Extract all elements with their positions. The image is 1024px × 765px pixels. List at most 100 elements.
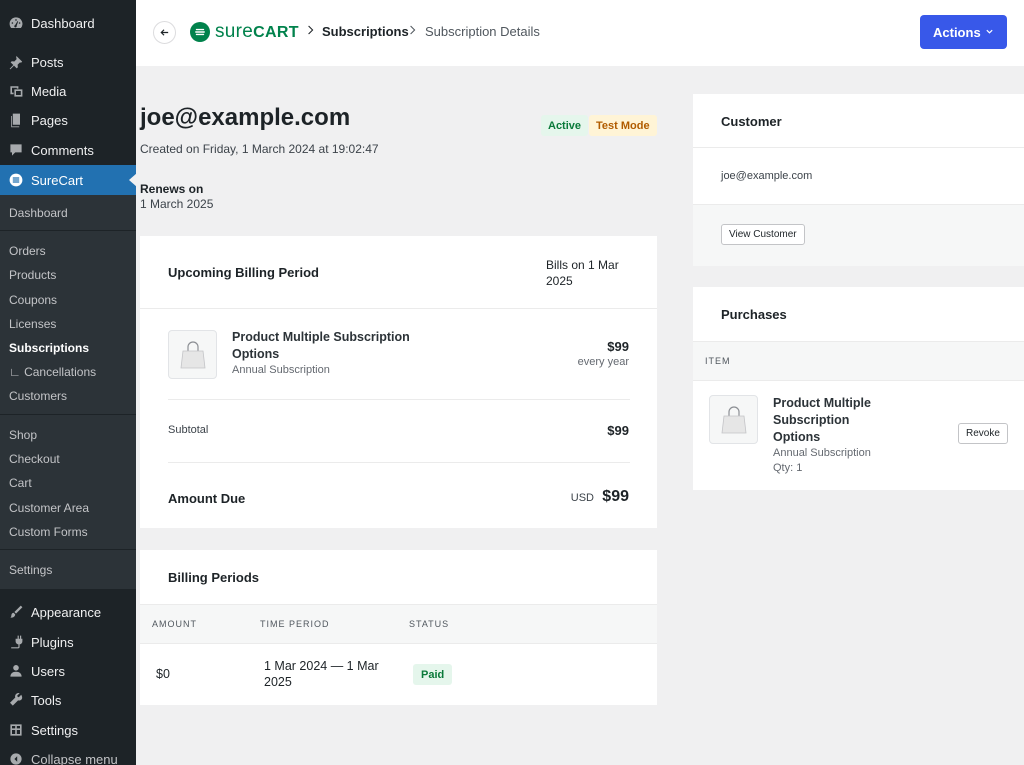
submenu-settings[interactable]: Settings bbox=[9, 563, 52, 577]
logo-text: sureCART bbox=[215, 21, 299, 42]
pin-icon bbox=[6, 52, 26, 72]
divider bbox=[693, 147, 1024, 148]
purchase-variant: Annual Subscription bbox=[773, 447, 871, 459]
surecart-submenu: Dashboard Orders Products Coupons Licens… bbox=[0, 195, 136, 589]
menu-label: SureCart bbox=[31, 172, 84, 188]
customer-email: joe@example.com bbox=[721, 170, 813, 182]
column-header-time-period: TIME PERIOD bbox=[260, 619, 330, 629]
menu-item-posts[interactable]: Posts bbox=[0, 47, 136, 77]
menu-item-users[interactable]: Users bbox=[0, 656, 136, 686]
purchase-product-name: Product Multiple Subscription Options bbox=[773, 396, 871, 444]
submenu-orders[interactable]: Orders bbox=[9, 244, 46, 258]
submenu-customers[interactable]: Customers bbox=[9, 389, 67, 403]
chevron-down-icon bbox=[986, 29, 993, 34]
menu-item-media[interactable]: Media bbox=[0, 76, 136, 106]
submenu-products[interactable]: Products bbox=[9, 268, 56, 282]
revoke-button[interactable]: Revoke bbox=[958, 423, 1008, 444]
submenu-customer-area[interactable]: Customer Area bbox=[9, 501, 89, 515]
upcoming-billing-card: Upcoming Billing Period Bills on 1 Mar 2… bbox=[140, 236, 657, 528]
submenu-cancellations[interactable]: ∟ Cancellations bbox=[9, 365, 96, 379]
menu-item-comments[interactable]: Comments bbox=[0, 135, 136, 165]
menu-item-pages[interactable]: Pages bbox=[0, 105, 136, 135]
product-variant: Annual Subscription bbox=[232, 364, 330, 376]
menu-label: Settings bbox=[31, 722, 78, 738]
submenu-licenses[interactable]: Licenses bbox=[9, 317, 56, 331]
card-title: Upcoming Billing Period bbox=[168, 265, 319, 280]
subtotal-label: Subtotal bbox=[168, 424, 209, 436]
page-title: joe@example.com bbox=[140, 104, 351, 131]
menu-label: Plugins bbox=[31, 634, 74, 650]
back-button[interactable] bbox=[153, 21, 176, 44]
menu-label: Tools bbox=[31, 692, 62, 708]
divider bbox=[168, 399, 630, 400]
menu-item-plugins[interactable]: Plugins bbox=[0, 627, 136, 657]
submenu-coupons[interactable]: Coupons bbox=[9, 293, 57, 307]
settings-icon bbox=[6, 720, 26, 740]
column-header-item: ITEM bbox=[705, 356, 731, 366]
tote-bag-icon bbox=[180, 340, 205, 368]
card-title: Purchases bbox=[721, 307, 787, 322]
menu-label: Collapse menu bbox=[31, 751, 118, 765]
renews-label: Renews on bbox=[140, 182, 204, 196]
menu-label: Comments bbox=[31, 142, 94, 158]
arrow-left-icon bbox=[160, 29, 169, 36]
menu-label: Pages bbox=[31, 112, 68, 128]
brush-icon bbox=[6, 602, 26, 622]
surecart-icon bbox=[6, 170, 26, 190]
row-time-period: 1 Mar 2024 — 1 Mar 2025 bbox=[264, 659, 379, 689]
chevron-right-icon bbox=[307, 24, 317, 38]
price-interval: every year bbox=[577, 356, 629, 368]
collapse-menu-button[interactable]: Collapse menu bbox=[0, 744, 136, 765]
dashboard-icon bbox=[6, 13, 26, 33]
surecart-logo: sureCART bbox=[190, 21, 299, 43]
menu-item-appearance[interactable]: Appearance bbox=[0, 597, 136, 627]
menu-label: Media bbox=[31, 83, 67, 99]
product-name: Product Multiple Subscription Options bbox=[232, 330, 410, 361]
surecart-logo-icon bbox=[190, 22, 210, 42]
test-mode-badge: Test Mode bbox=[589, 115, 657, 136]
product-price: $99 bbox=[607, 339, 629, 354]
divider bbox=[140, 308, 657, 309]
column-header-status: STATUS bbox=[409, 619, 450, 629]
media-icon bbox=[6, 81, 26, 101]
view-customer-button[interactable]: View Customer bbox=[721, 224, 805, 245]
customer-actions: View Customer bbox=[693, 204, 1024, 266]
menu-label: Appearance bbox=[31, 604, 102, 620]
submenu-subscriptions[interactable]: Subscriptions bbox=[9, 341, 89, 355]
purchases-card: Purchases ITEM Product Multiple Subscrip… bbox=[693, 287, 1024, 490]
menu-item-dashboard[interactable]: Dashboard bbox=[0, 8, 136, 38]
menu-label: Posts bbox=[31, 54, 64, 70]
submenu-dashboard[interactable]: Dashboard bbox=[9, 206, 68, 220]
submenu-cart[interactable]: Cart bbox=[9, 476, 32, 490]
subtotal-value: $99 bbox=[607, 423, 629, 438]
submenu-checkout[interactable]: Checkout bbox=[9, 452, 60, 466]
divider bbox=[0, 230, 136, 231]
admin-sidebar: Dashboard Posts Media Pages Comments Sur… bbox=[0, 0, 136, 765]
page-header: sureCART Subscriptions Subscription Deta… bbox=[136, 0, 1024, 66]
divider bbox=[0, 414, 136, 415]
amount-due-currency: USD bbox=[570, 492, 594, 504]
actions-button[interactable]: Actions bbox=[920, 15, 1007, 49]
table-header: AMOUNT TIME PERIOD STATUS bbox=[140, 604, 657, 644]
comment-icon bbox=[6, 140, 26, 160]
plug-icon bbox=[6, 632, 26, 652]
amount-due-label: Amount Due bbox=[168, 491, 246, 506]
user-icon bbox=[6, 661, 26, 681]
card-title: Customer bbox=[721, 114, 782, 129]
card-title: Billing Periods bbox=[168, 570, 260, 585]
submenu-shop[interactable]: Shop bbox=[9, 428, 37, 442]
menu-item-tools[interactable]: Tools bbox=[0, 685, 136, 715]
actions-label: Actions bbox=[933, 24, 981, 40]
renews-value: 1 March 2025 bbox=[140, 197, 214, 211]
status-badge: Active bbox=[541, 115, 589, 136]
menu-item-surecart[interactable]: SureCart bbox=[0, 165, 136, 195]
pages-icon bbox=[6, 110, 26, 130]
submenu-custom-forms[interactable]: Custom Forms bbox=[9, 525, 88, 539]
menu-label: Users bbox=[31, 663, 65, 679]
divider bbox=[0, 549, 136, 550]
wrench-icon bbox=[6, 690, 26, 710]
breadcrumb-subscriptions[interactable]: Subscriptions bbox=[322, 24, 409, 39]
menu-item-settings[interactable]: Settings bbox=[0, 715, 136, 745]
breadcrumb-current: Subscription Details bbox=[425, 24, 540, 39]
created-date: Created on Friday, 1 March 2024 at 19:02… bbox=[140, 142, 379, 156]
